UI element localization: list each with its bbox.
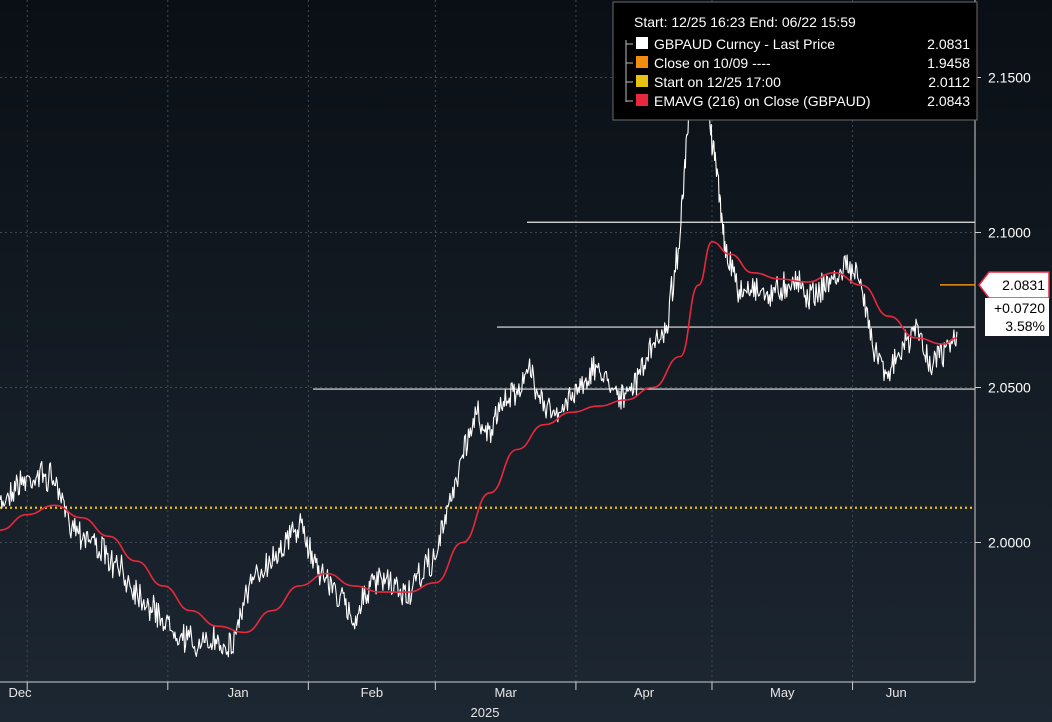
legend-series-name: EMAVG (216) on Close (GBPAUD) [654, 93, 871, 109]
last-change-value: +0.0720 [994, 300, 1045, 316]
x-tick-label-mar: Mar [494, 685, 517, 700]
legend-series-value: 2.0112 [928, 74, 970, 90]
chart-svg: 2.0000 2.0500 2.1000 2.1500 Dec Jan Feb Mar Apr… [0, 0, 1052, 722]
y-tick-label: 2.0500 [988, 380, 1031, 396]
legend-series-value: 2.0843 [927, 93, 970, 109]
legend: Start: 12/25 16:23 End: 06/22 15:59 GBPA… [612, 1, 978, 121]
last-price-box: 2.0831 +0.0720 3.58% [978, 271, 1050, 336]
x-tick-label-jun: Jun [886, 685, 907, 700]
y-tick-label: 2.1000 [988, 225, 1031, 241]
legend-swatch [636, 75, 648, 87]
last-percent-value: 3.58% [1005, 318, 1045, 334]
legend-series-name: GBPAUD Curncy - Last Price [654, 36, 835, 52]
x-tick-label-feb: Feb [361, 685, 383, 700]
x-tick-label-jan: Jan [228, 685, 249, 700]
legend-series-name: Start on 12/25 17:00 [654, 74, 781, 90]
legend-series-value: 2.0831 [927, 36, 970, 52]
last-price-value: 2.0831 [1002, 277, 1045, 293]
legend-range-label: Start: 12/25 16:23 End: 06/22 15:59 [634, 14, 856, 30]
legend-series-value: 1.9458 [927, 55, 970, 71]
x-tick-label-dec: Dec [8, 685, 32, 700]
legend-swatch [636, 94, 648, 106]
y-tick-label: 2.0000 [988, 535, 1031, 551]
x-year-label: 2025 [471, 705, 500, 720]
x-tick-label-may: May [770, 685, 795, 700]
legend-series-name: Close on 10/09 ---- [654, 55, 771, 71]
legend-swatch [636, 37, 648, 49]
y-tick-label: 2.1500 [988, 70, 1031, 86]
legend-swatch [636, 56, 648, 68]
x-tick-label-apr: Apr [634, 685, 655, 700]
chart-root: 2.0000 2.0500 2.1000 2.1500 Dec Jan Feb Mar Apr… [0, 0, 1052, 722]
